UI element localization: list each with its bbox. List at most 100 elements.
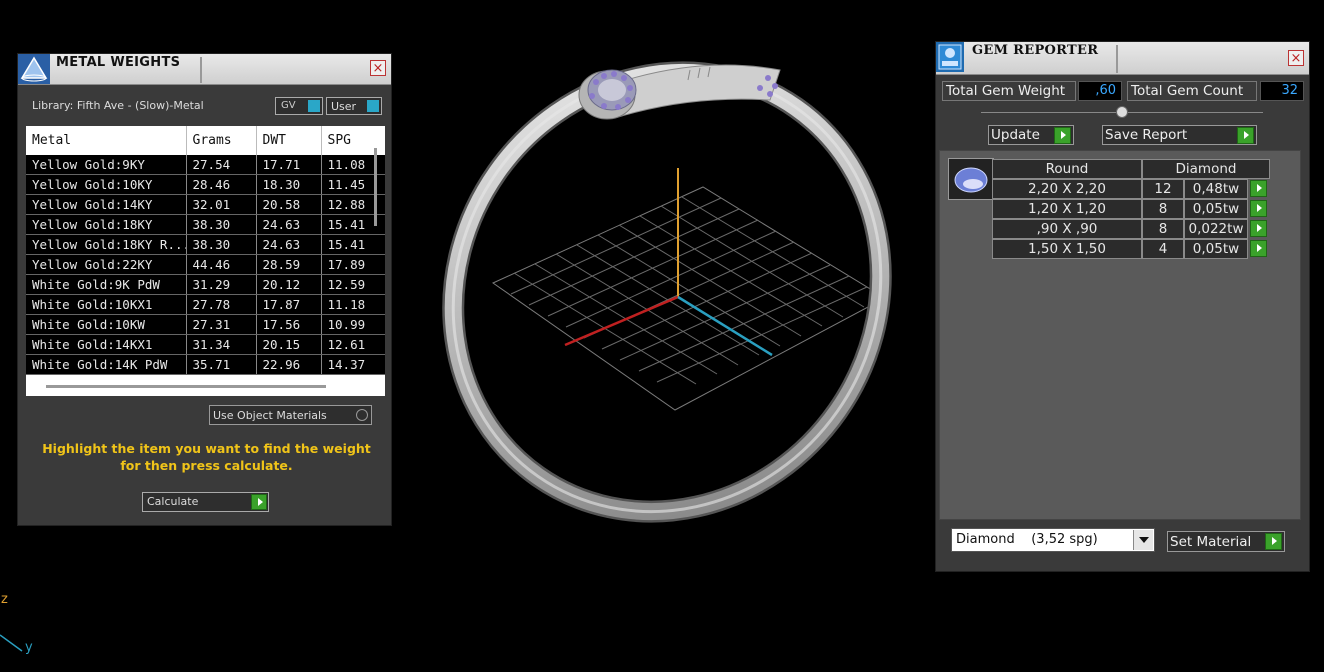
play-icon — [251, 494, 267, 510]
gem-reporter-title: GEM REPORTER — [972, 43, 1099, 58]
chevron-down-icon[interactable] — [1133, 530, 1153, 550]
cell-metal: Yellow Gold:10KY — [26, 174, 187, 195]
cell-metal: Yellow Gold:9KY — [26, 155, 187, 175]
round-diamond-gem-icon[interactable] — [948, 158, 994, 200]
gem-list-area[interactable]: Round Diamond 2,20 X 2,20 12 0,48tw 1,20 X … — [939, 150, 1301, 520]
cell-dwt: 20.15 — [256, 334, 322, 355]
cell-metal: Yellow Gold:22KY — [26, 254, 187, 275]
cell-metal: White Gold:10KW — [26, 314, 187, 335]
metal-weights-app-icon — [18, 54, 50, 84]
cell-metal: White Gold:14KX1 — [26, 334, 187, 355]
metal-weights-titlebar[interactable]: METAL WEIGHTS × — [18, 54, 391, 85]
play-icon — [1237, 127, 1254, 144]
cell-grams: 32.01 — [186, 194, 257, 215]
gem-size: 1,20 X 1,20 — [992, 199, 1142, 219]
cell-metal: Yellow Gold:18KY — [26, 214, 187, 235]
cell-dwt: 20.58 — [256, 194, 322, 215]
total-weight-value: ,60 — [1078, 81, 1122, 101]
cell-grams: 31.34 — [186, 334, 257, 355]
gem-count: 4 — [1142, 239, 1184, 259]
gem-row-select-button[interactable] — [1250, 200, 1267, 217]
table-row[interactable]: Yellow Gold:22KY 44.46 28.59 17.89 — [26, 254, 385, 275]
library-label: Library: Fifth Ave - (Slow)-Metal — [32, 99, 204, 112]
col-metal[interactable]: Metal — [26, 126, 187, 155]
cell-spg: 10.99 — [321, 314, 385, 335]
cell-spg: 12.59 — [321, 274, 385, 295]
user-label: User — [331, 100, 357, 113]
update-button[interactable]: Update — [988, 125, 1074, 145]
axis-z-label: z — [1, 592, 8, 607]
gem-weight: 0,48tw — [1184, 179, 1248, 199]
table-row[interactable]: White Gold:10KX1 27.78 17.87 11.18 — [26, 294, 385, 315]
play-icon — [1054, 127, 1071, 144]
update-label: Update — [991, 127, 1040, 143]
close-icon[interactable]: × — [370, 60, 386, 76]
cell-dwt: 22.96 — [256, 354, 322, 375]
user-toggle[interactable]: User — [326, 97, 382, 115]
col-grams[interactable]: Grams — [186, 126, 257, 155]
cell-spg: 12.61 — [321, 334, 385, 355]
x-axis-line — [564, 295, 679, 347]
cell-dwt: 28.59 — [256, 254, 322, 275]
gem-count: 12 — [1142, 179, 1184, 199]
calculate-button[interactable]: Calculate — [142, 492, 269, 512]
cell-grams: 38.30 — [186, 214, 257, 235]
user-toggle-icon — [367, 100, 379, 112]
gv-label: GV — [281, 100, 296, 111]
cell-dwt: 24.63 — [256, 234, 322, 255]
cell-dwt: 18.30 — [256, 174, 322, 195]
set-material-label: Set Material — [1170, 534, 1252, 550]
gem-weight: 0,05tw — [1184, 199, 1248, 219]
gem-row-select-button[interactable] — [1250, 240, 1267, 257]
close-icon[interactable]: × — [1288, 50, 1304, 66]
gem-weight: 0,05tw — [1184, 239, 1248, 259]
cell-metal: White Gold:9K PdW — [26, 274, 187, 295]
cell-spg: 15.41 — [321, 234, 385, 255]
cell-dwt: 24.63 — [256, 214, 322, 235]
gv-toggle[interactable]: GV — [275, 97, 323, 115]
table-row[interactable]: White Gold:14K PdW 35.71 22.96 14.37 — [26, 354, 385, 375]
metal-table-vscroll[interactable] — [374, 148, 377, 226]
total-weight-label: Total Gem Weight — [942, 81, 1076, 101]
metal-weights-panel: METAL WEIGHTS × Library: Fifth Ave - (Sl… — [17, 53, 392, 526]
cell-metal: White Gold:10KX1 — [26, 294, 187, 315]
table-row[interactable]: Yellow Gold:14KY 32.01 20.58 12.88 — [26, 194, 385, 215]
title-divider — [200, 57, 202, 83]
ground-grid — [491, 186, 887, 411]
table-row[interactable]: White Gold:10KW 27.31 17.56 10.99 — [26, 314, 385, 335]
gem-size: 1,50 X 1,50 — [992, 239, 1142, 259]
cell-grams: 27.54 — [186, 155, 257, 175]
col-dwt[interactable]: DWT — [256, 126, 322, 155]
table-row[interactable]: White Gold:9K PdW 31.29 20.12 12.59 — [26, 274, 385, 295]
table-row[interactable]: White Gold:14KX1 31.34 20.15 12.61 — [26, 334, 385, 355]
gem-row-select-button[interactable] — [1250, 180, 1267, 197]
use-object-materials-toggle[interactable]: Use Object Materials — [209, 405, 372, 425]
cell-grams: 28.46 — [186, 174, 257, 195]
shape-header: Round — [992, 159, 1142, 179]
material-select[interactable]: Diamond (3,52 spg) — [951, 528, 1155, 552]
use-object-materials-label: Use Object Materials — [213, 409, 327, 422]
cell-metal: White Gold:14K PdW — [26, 354, 187, 375]
cell-metal: Yellow Gold:18KY R... — [26, 234, 187, 255]
cell-spg: 11.18 — [321, 294, 385, 315]
metal-weights-title: METAL WEIGHTS — [56, 55, 181, 70]
set-material-button[interactable]: Set Material — [1167, 531, 1285, 552]
gem-count: 8 — [1142, 199, 1184, 219]
metal-table-hscroll[interactable] — [46, 385, 326, 388]
table-row[interactable]: Yellow Gold:18KY R... 38.30 24.63 15.41 — [26, 234, 385, 255]
gem-row-select-button[interactable] — [1250, 220, 1267, 237]
ring-model[interactable] — [368, 0, 967, 596]
table-row[interactable]: Yellow Gold:18KY 38.30 24.63 15.41 — [26, 214, 385, 235]
gem-size: 2,20 X 2,20 — [992, 179, 1142, 199]
table-row[interactable]: Yellow Gold:10KY 28.46 18.30 11.45 — [26, 174, 385, 195]
splitter-handle-icon[interactable] — [1116, 106, 1128, 118]
gem-weight: 0,022tw — [1184, 219, 1248, 239]
gem-size: ,90 X ,90 — [992, 219, 1142, 239]
gem-reporter-titlebar[interactable]: GEM REPORTER × — [936, 42, 1309, 75]
table-row[interactable]: Yellow Gold:9KY 27.54 17.71 11.08 — [26, 155, 385, 175]
save-report-button[interactable]: Save Report — [1102, 125, 1257, 145]
save-report-label: Save Report — [1105, 127, 1188, 143]
cell-grams: 27.31 — [186, 314, 257, 335]
metal-table[interactable]: Metal Grams DWT SPG Yellow Gold:9KY 27.54… — [26, 126, 385, 396]
cell-grams: 31.29 — [186, 274, 257, 295]
